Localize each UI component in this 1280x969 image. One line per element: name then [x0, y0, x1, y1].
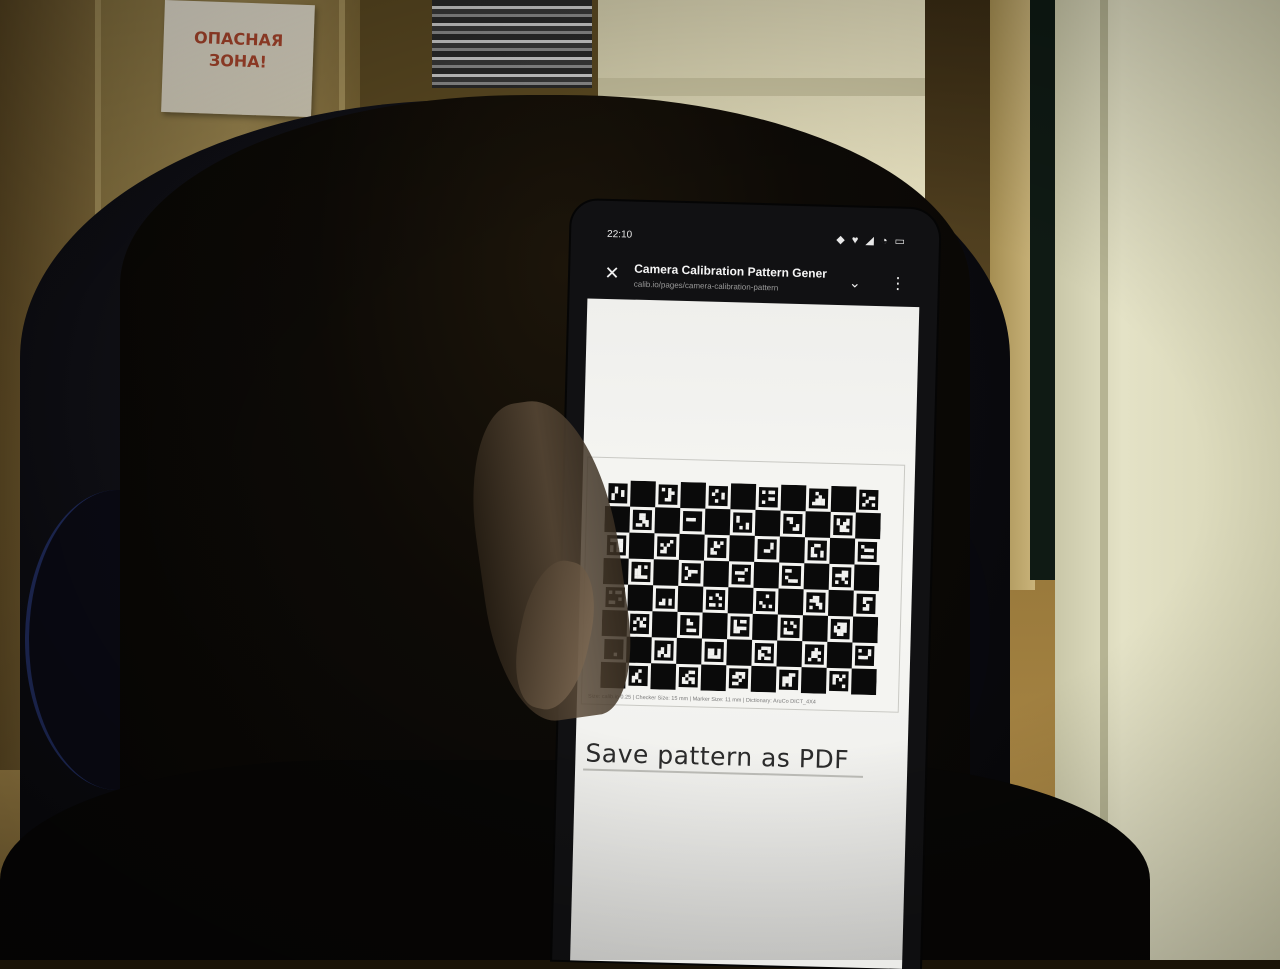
aruco-marker [628, 665, 648, 687]
checker-square [651, 611, 678, 638]
aruco-marker [731, 564, 752, 585]
aruco-marker [629, 613, 650, 635]
aruco-marker [808, 488, 829, 509]
charuco-pattern [600, 480, 881, 696]
aruco-marker [732, 512, 753, 533]
cabinet-divider [598, 78, 928, 96]
checker-square [680, 481, 707, 509]
aruco-marker [782, 513, 803, 535]
aruco-marker [833, 514, 853, 536]
bookshelf [432, 0, 592, 88]
aruco-marker [656, 536, 677, 557]
white-door-edge [1100, 0, 1108, 960]
aruco-marker [757, 538, 777, 560]
checker-square [700, 664, 727, 692]
checker-square [802, 615, 829, 642]
aruco-marker [854, 645, 875, 667]
checker-square [855, 512, 881, 540]
aruco-marker [780, 617, 800, 639]
checker-square [727, 587, 754, 614]
aruco-marker [704, 641, 724, 663]
aruco-marker [658, 484, 678, 505]
aruco-marker [804, 644, 825, 665]
aruco-marker [631, 561, 651, 583]
aruco-marker [707, 537, 727, 559]
checker-square [829, 537, 856, 565]
page-url[interactable]: calib.io/pages/camera-calibration-patter… [634, 280, 830, 297]
pattern-caption: Size: calib.io 0.25 | Checker Size: 15 m… [587, 693, 816, 706]
status-icons: ◆ ♥ ◢ ◔ ▭ [836, 233, 908, 248]
chevron-down-icon[interactable]: ⌄ [846, 273, 864, 291]
checker-square [826, 641, 853, 669]
checker-square [650, 663, 677, 690]
status-time: 22:10 [606, 228, 633, 241]
aruco-marker [608, 483, 628, 504]
checker-square [678, 533, 705, 561]
checker-square [627, 584, 654, 612]
poster-line-2: ЗОНА! [208, 50, 268, 72]
checker-square [752, 613, 778, 641]
aruco-marker [754, 642, 775, 664]
aruco-marker [807, 540, 827, 561]
checker-square [754, 509, 781, 537]
aruco-marker [857, 541, 878, 563]
checker-square [704, 508, 731, 536]
aruco-marker [858, 489, 879, 511]
checker-square [750, 665, 777, 693]
checker-square [753, 561, 780, 589]
aruco-marker [678, 666, 699, 688]
aruco-marker [806, 592, 826, 613]
aruco-marker [830, 618, 851, 640]
warning-poster: ОПАСНАЯ ЗОНА! [161, 0, 315, 118]
aruco-marker [758, 487, 779, 508]
checker-square [780, 484, 807, 512]
checker-square [777, 588, 804, 616]
checker-square [852, 616, 879, 644]
checker-square [676, 637, 702, 665]
checker-square [677, 585, 704, 613]
checker-square [654, 507, 681, 534]
status-bar: 22:10 ◆ ♥ ◢ ◔ ▭ [607, 227, 907, 253]
checker-square [703, 560, 730, 588]
aruco-marker [728, 668, 749, 689]
checker-square [800, 667, 827, 694]
checker-square [653, 559, 679, 586]
calibration-pattern-card: Size: calib.io 0.25 | Checker Size: 15 m… [580, 456, 906, 713]
aruco-marker [705, 589, 726, 611]
aruco-marker [831, 566, 852, 588]
checker-square [630, 480, 656, 508]
aruco-marker [679, 614, 700, 636]
checker-square [830, 485, 857, 513]
more-vertical-icon[interactable]: ⋮ [890, 274, 906, 294]
aruco-marker [730, 616, 750, 637]
checker-square [701, 612, 728, 640]
aruco-marker [655, 588, 676, 609]
checker-square [851, 668, 877, 696]
checker-square [804, 511, 831, 538]
close-icon[interactable]: ✕ [602, 263, 623, 284]
aruco-marker [654, 640, 674, 661]
checker-square [779, 536, 805, 564]
aruco-marker [829, 670, 849, 692]
checker-square [776, 640, 803, 668]
checker-square [726, 639, 753, 666]
checker-square [803, 563, 830, 590]
aruco-marker [681, 563, 701, 584]
aruco-marker [755, 590, 776, 612]
checker-square [729, 535, 755, 562]
checker-square [853, 564, 880, 592]
aruco-marker [708, 485, 729, 507]
aruco-marker [781, 565, 802, 587]
aruco-marker [682, 511, 703, 532]
checker-square [628, 532, 655, 560]
aruco-marker [856, 593, 876, 615]
aruco-marker [778, 669, 799, 691]
checker-square [828, 589, 854, 617]
checker-square [730, 483, 757, 510]
aruco-marker [632, 509, 653, 531]
